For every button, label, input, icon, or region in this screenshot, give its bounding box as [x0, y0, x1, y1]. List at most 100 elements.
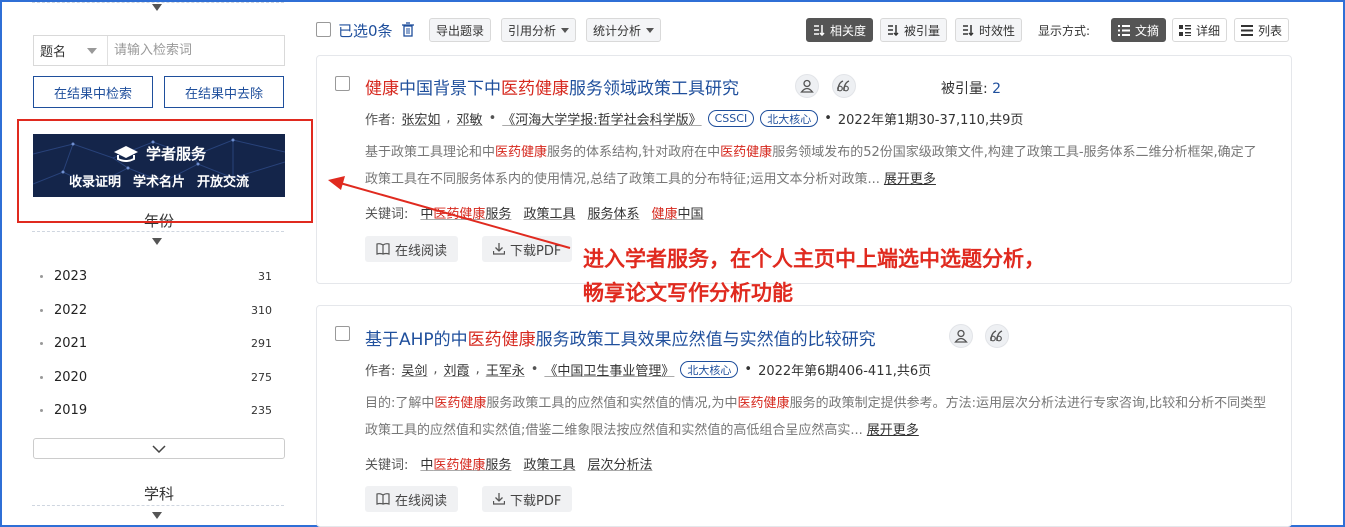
result-title-link[interactable]: 健康中国背景下中医药健康服务领域政策工具研究 [365, 74, 739, 99]
index-tag: 北大核心 [680, 361, 739, 378]
view-list-button[interactable]: 列表 [1234, 18, 1290, 42]
keywords-label: 关键词: [365, 207, 409, 222]
result-meta: 作者: 张宏如, 邓敏 • 《河海大学学报:哲学社会科学版》 CSSCI 北大核… [365, 109, 1024, 128]
citation-analysis-dropdown[interactable]: 引用分析 [501, 18, 577, 42]
title-fragment: 医药健康 [501, 79, 569, 99]
download-pdf-label: 下载PDF [510, 243, 562, 259]
keyword-link[interactable]: 中医药健康服务 [420, 454, 511, 473]
journal-link[interactable]: 《河海大学学报:哲学社会科学版》 [502, 109, 701, 128]
year-item[interactable]: 2019 235 [40, 400, 272, 420]
cited-label: 被引量: [941, 81, 988, 97]
read-online-button[interactable]: 在线阅读 [365, 486, 459, 512]
abstract-fragment: 基于政策工具理论和中 [365, 145, 496, 160]
bullet-icon [40, 375, 43, 379]
book-icon [376, 243, 390, 255]
trash-icon[interactable] [402, 22, 414, 37]
filter-sidebar: 题名 在结果中检索 在结果中去除 学者服务 [20, 0, 298, 527]
author-link[interactable]: 张宏如 [401, 109, 440, 128]
view-detail-button[interactable]: 详细 [1172, 18, 1228, 42]
chevron-down-icon[interactable] [152, 238, 162, 245]
expand-more-link[interactable]: 展开更多 [884, 172, 936, 187]
chevron-down-icon[interactable] [152, 4, 162, 11]
index-tag: 北大核心 [760, 110, 819, 127]
author-link[interactable]: 王军永 [486, 360, 525, 379]
display-mode-label: 显示方式: [1038, 24, 1091, 38]
sort-cited-label: 被引量 [904, 23, 941, 38]
secondary-search: 题名 [33, 35, 285, 66]
search-within-button[interactable]: 在结果中检索 [33, 76, 153, 108]
divider [32, 2, 284, 3]
search-input[interactable] [108, 36, 284, 65]
journal-link[interactable]: 《中国卫生事业管理》 [544, 360, 674, 379]
result-checkbox[interactable] [335, 76, 350, 91]
keyword-link[interactable]: 政策工具 [523, 203, 575, 222]
bullet-icon [40, 408, 43, 412]
year-item[interactable]: 2022 310 [40, 300, 272, 320]
keywords-label: 关键词: [365, 458, 409, 473]
view-abstract-button[interactable]: 文摘 [1111, 18, 1167, 42]
index-tag: CSSCI [707, 110, 755, 127]
annotation-line: 畅享论文写作分析功能 [583, 281, 793, 305]
read-online-button[interactable]: 在线阅读 [365, 236, 459, 262]
selected-count[interactable]: 已选0条 [338, 20, 393, 41]
download-pdf-button[interactable]: 下载PDF [482, 486, 573, 512]
year-item[interactable]: 2020 275 [40, 367, 272, 387]
export-button[interactable]: 导出题录 [429, 18, 492, 42]
author-link[interactable]: 邓敏 [457, 109, 483, 128]
year-count: 310 [251, 303, 272, 317]
bullet-icon [40, 341, 43, 345]
year-label: 2020 [54, 369, 88, 385]
issue-info: 2022年第1期30-37,110,共9页 [837, 113, 1024, 128]
caret-down-icon [561, 27, 570, 33]
keyword-link[interactable]: 服务体系 [587, 203, 639, 222]
subject-section-title: 学科 [143, 485, 174, 503]
list-icon [1118, 24, 1130, 36]
bullet-icon [40, 274, 43, 278]
abstract-fragment: 医药健康 [434, 396, 487, 411]
year-label: 2022 [54, 302, 88, 318]
abstract-fragment: 医药健康 [737, 396, 790, 411]
result-meta: 作者: 吴剑, 刘霞, 王军永 • 《中国卫生事业管理》 北大核心 • 2022… [365, 360, 932, 379]
keyword-link[interactable]: 中医药健康服务 [420, 203, 511, 222]
quote-icon[interactable] [985, 324, 1009, 348]
year-item[interactable]: 2021 291 [40, 333, 272, 353]
author-profile-icon[interactable] [949, 324, 973, 348]
abstract-fragment: 服务政策工具的应然值和实然值的情况,为中 [486, 396, 738, 411]
sort-relevance-button[interactable]: 相关度 [806, 18, 874, 42]
chevron-down-icon[interactable] [152, 512, 162, 519]
sort-icon [888, 25, 899, 36]
result-title-link[interactable]: 基于AHP的中医药健康服务政策工具效果应然值与实然值的比较研究 [365, 325, 876, 350]
download-pdf-button[interactable]: 下载PDF [482, 236, 573, 262]
cited-value: 2 [992, 81, 1002, 97]
keyword-link[interactable]: 政策工具 [523, 454, 575, 473]
quote-icon[interactable] [832, 74, 856, 98]
year-item[interactable]: 2023 31 [40, 266, 272, 286]
exclude-from-results-button[interactable]: 在结果中去除 [164, 76, 284, 108]
sort-cited-button[interactable]: 被引量 [880, 18, 948, 42]
results-toolbar: 已选0条 导出题录 引用分析 统计分析 相关度 被引量 时效性 显示方式: 文摘… [316, 17, 1292, 43]
select-all-checkbox[interactable] [316, 22, 331, 37]
keywords-row: 关键词: 中医药健康服务 政策工具 层次分析法 [365, 454, 652, 473]
detail-list-icon [1179, 24, 1191, 36]
keyword-link[interactable]: 健康中国 [651, 203, 703, 222]
result-abstract: 基于政策工具理论和中医药健康服务的体系结构,针对政府在中医药健康服务领域发布的5… [365, 139, 1269, 193]
divider [32, 505, 284, 506]
cited-count: 被引量: 2 [941, 78, 1001, 98]
author-link[interactable]: 刘霞 [444, 360, 470, 379]
year-label: 2019 [54, 402, 88, 418]
sort-time-button[interactable]: 时效性 [955, 18, 1023, 42]
keyword-link[interactable]: 层次分析法 [587, 454, 652, 473]
view-abstract-label: 文摘 [1135, 23, 1160, 38]
read-online-label: 在线阅读 [395, 243, 448, 259]
year-count: 275 [251, 370, 272, 384]
expand-more-link[interactable]: 展开更多 [867, 423, 919, 438]
abstract-fragment: 服务的体系结构,针对政府在中 [547, 145, 721, 160]
abstract-fragment: 目的:了解中 [365, 396, 435, 411]
result-checkbox[interactable] [335, 326, 350, 341]
expand-years-button[interactable] [33, 438, 285, 459]
author-profile-icon[interactable] [795, 74, 819, 98]
author-link[interactable]: 吴剑 [401, 360, 427, 379]
stats-analysis-dropdown[interactable]: 统计分析 [586, 18, 662, 42]
year-label: 2021 [54, 335, 88, 351]
search-field-select[interactable]: 题名 [34, 36, 108, 65]
